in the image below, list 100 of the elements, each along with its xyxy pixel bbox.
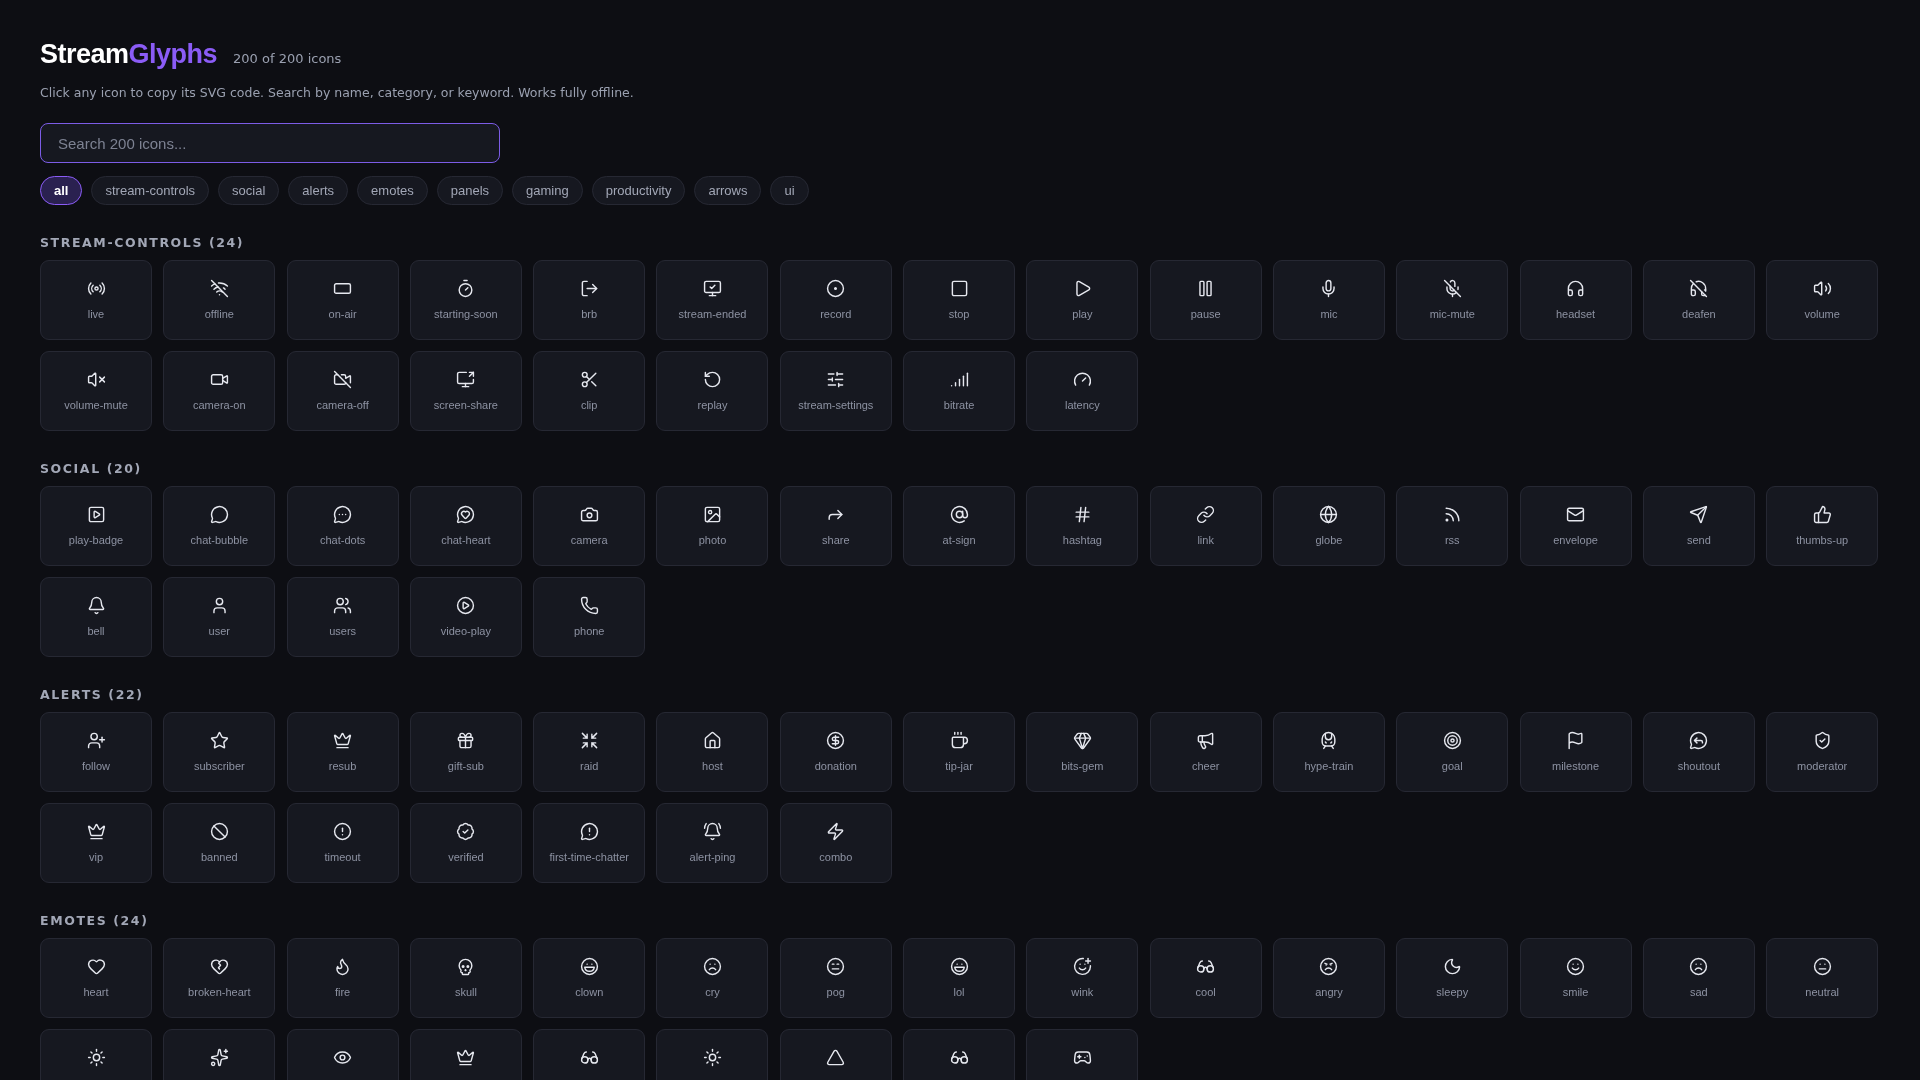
icon-tile[interactable]: latency: [1026, 351, 1139, 431]
icon-tile[interactable]: record: [779, 260, 892, 340]
icon-tile[interactable]: camera-on: [163, 351, 276, 431]
icon-tile[interactable]: chat-dots: [286, 486, 399, 566]
category-chip[interactable]: arrows: [694, 176, 762, 205]
icon-tile[interactable]: angry: [1272, 938, 1385, 1018]
icon-tile[interactable]: send: [1642, 486, 1755, 566]
icon-tile[interactable]: globe: [1272, 486, 1385, 566]
category-chip[interactable]: alerts: [288, 176, 349, 205]
smile-plus-icon: [1072, 957, 1092, 976]
icon-tile[interactable]: sad: [1642, 938, 1755, 1018]
description: Click any icon to copy its SVG code. Search by name, category, or keyword. Works fully offline.: [40, 85, 635, 100]
icon-tile[interactable]: donation: [779, 712, 892, 792]
gamepad-2-icon: [1072, 1048, 1092, 1067]
icon-tile[interactable]: volume: [1766, 260, 1879, 340]
icon-tile[interactable]: bitrate: [903, 351, 1016, 431]
icon-tile[interactable]: lol: [903, 938, 1016, 1018]
icon-tile[interactable]: host: [656, 712, 769, 792]
category-chip[interactable]: gaming: [512, 176, 583, 205]
icon-tile[interactable]: user: [163, 577, 276, 657]
smile-icon: [1566, 957, 1586, 976]
icon-tile[interactable]: camera: [533, 486, 646, 566]
icon-tile[interactable]: phone: [533, 577, 646, 657]
icon-tile[interactable]: clown: [533, 938, 646, 1018]
square-play-icon: [86, 505, 106, 524]
icon-tile[interactable]: offline: [163, 260, 276, 340]
icon-tile[interactable]: skull: [409, 938, 522, 1018]
icon-tile[interactable]: photo: [656, 486, 769, 566]
icon-tile[interactable]: stop: [903, 260, 1016, 340]
icon-tile[interactable]: subscriber: [163, 712, 276, 792]
icon-tile[interactable]: hashtag: [1026, 486, 1139, 566]
icon-tile[interactable]: clip: [533, 351, 646, 431]
icon-tile[interactable]: deafen: [1642, 260, 1755, 340]
icon-tile[interactable]: users: [286, 577, 399, 657]
icon-tile[interactable]: alert-ping: [656, 803, 769, 883]
category-chip[interactable]: panels: [436, 176, 504, 205]
icon-tile[interactable]: neutral: [1766, 938, 1879, 1018]
icon-tile[interactable]: follow: [40, 712, 152, 792]
icon-tile[interactable]: video-play: [409, 577, 522, 657]
icon-tile[interactable]: shoutout: [1642, 712, 1755, 792]
category-chip[interactable]: productivity: [591, 176, 686, 205]
icon-tile[interactable]: vip: [40, 803, 152, 883]
icon-tile[interactable]: smile: [1519, 938, 1632, 1018]
section-heading: STREAM-CONTROLS (24): [40, 235, 246, 250]
icon-tile[interactable]: mic-mute: [1396, 260, 1509, 340]
icon-tile[interactable]: first-time-chatter: [533, 803, 646, 883]
icon-tile[interactable]: at-sign: [903, 486, 1016, 566]
category-chip[interactable]: social: [218, 176, 280, 205]
icon-tile[interactable]: goal: [1396, 712, 1509, 792]
category-chip[interactable]: stream-controls: [91, 176, 210, 205]
icon-tile[interactable]: moderator: [1766, 712, 1879, 792]
icon-tile[interactable]: share: [779, 486, 892, 566]
icon-tile[interactable]: bits-gem: [1026, 712, 1139, 792]
icon-tile[interactable]: gift-sub: [409, 712, 522, 792]
icon-tile[interactable]: link: [1149, 486, 1262, 566]
category-chip[interactable]: emotes: [357, 176, 428, 205]
icon-tile[interactable]: play-badge: [40, 486, 152, 566]
icon-tile[interactable]: mic: [1272, 260, 1385, 340]
icon-tile[interactable]: stream-ended: [656, 260, 769, 340]
category-chip[interactable]: ui: [770, 176, 809, 205]
icon-tile[interactable]: play: [1026, 260, 1139, 340]
icon-tile[interactable]: brb: [533, 260, 646, 340]
icon-tile[interactable]: headset: [1519, 260, 1632, 340]
icon-tile[interactable]: timeout: [286, 803, 399, 883]
icon-tile[interactable]: screen-share: [409, 351, 522, 431]
icon-tile[interactable]: cheer: [1149, 712, 1262, 792]
icon-tile[interactable]: camera-off: [286, 351, 399, 431]
search-field[interactable]: Search 200 icons...: [40, 123, 500, 163]
icon-tile[interactable]: hype-train: [1272, 712, 1385, 792]
icon-tile[interactable]: wink: [1026, 938, 1139, 1018]
icon-tile[interactable]: replay: [656, 351, 769, 431]
icon-tile[interactable]: verified: [409, 803, 522, 883]
icon-tile[interactable]: broken-heart: [163, 938, 276, 1018]
icon-tile[interactable]: combo: [779, 803, 892, 883]
icon-tile[interactable]: bell: [40, 577, 152, 657]
icon-tile[interactable]: rss: [1396, 486, 1509, 566]
icon-tile[interactable]: thumbs-up: [1766, 486, 1879, 566]
icon-tile[interactable]: milestone: [1519, 712, 1632, 792]
sun-icon: [86, 1048, 106, 1067]
laugh-icon: [579, 957, 599, 976]
icon-tile[interactable]: cry: [656, 938, 769, 1018]
icon-tile[interactable]: banned: [163, 803, 276, 883]
icon-tile[interactable]: chat-heart: [409, 486, 522, 566]
icon-tile[interactable]: fire: [286, 938, 399, 1018]
icon-tile[interactable]: resub: [286, 712, 399, 792]
icon-tile[interactable]: sleepy: [1396, 938, 1509, 1018]
icon-tile[interactable]: live: [40, 260, 152, 340]
icon-tile[interactable]: cool: [1149, 938, 1262, 1018]
icon-tile[interactable]: starting-soon: [409, 260, 522, 340]
icon-tile[interactable]: pause: [1149, 260, 1262, 340]
category-chip[interactable]: all: [40, 176, 83, 205]
icon-tile[interactable]: heart: [40, 938, 152, 1018]
icon-tile[interactable]: pog: [779, 938, 892, 1018]
icon-tile[interactable]: volume-mute: [40, 351, 152, 431]
icon-tile[interactable]: stream-settings: [779, 351, 892, 431]
icon-tile[interactable]: tip-jar: [903, 712, 1016, 792]
icon-tile[interactable]: chat-bubble: [163, 486, 276, 566]
icon-tile[interactable]: envelope: [1519, 486, 1632, 566]
icon-tile[interactable]: on-air: [286, 260, 399, 340]
icon-tile[interactable]: raid: [533, 712, 646, 792]
